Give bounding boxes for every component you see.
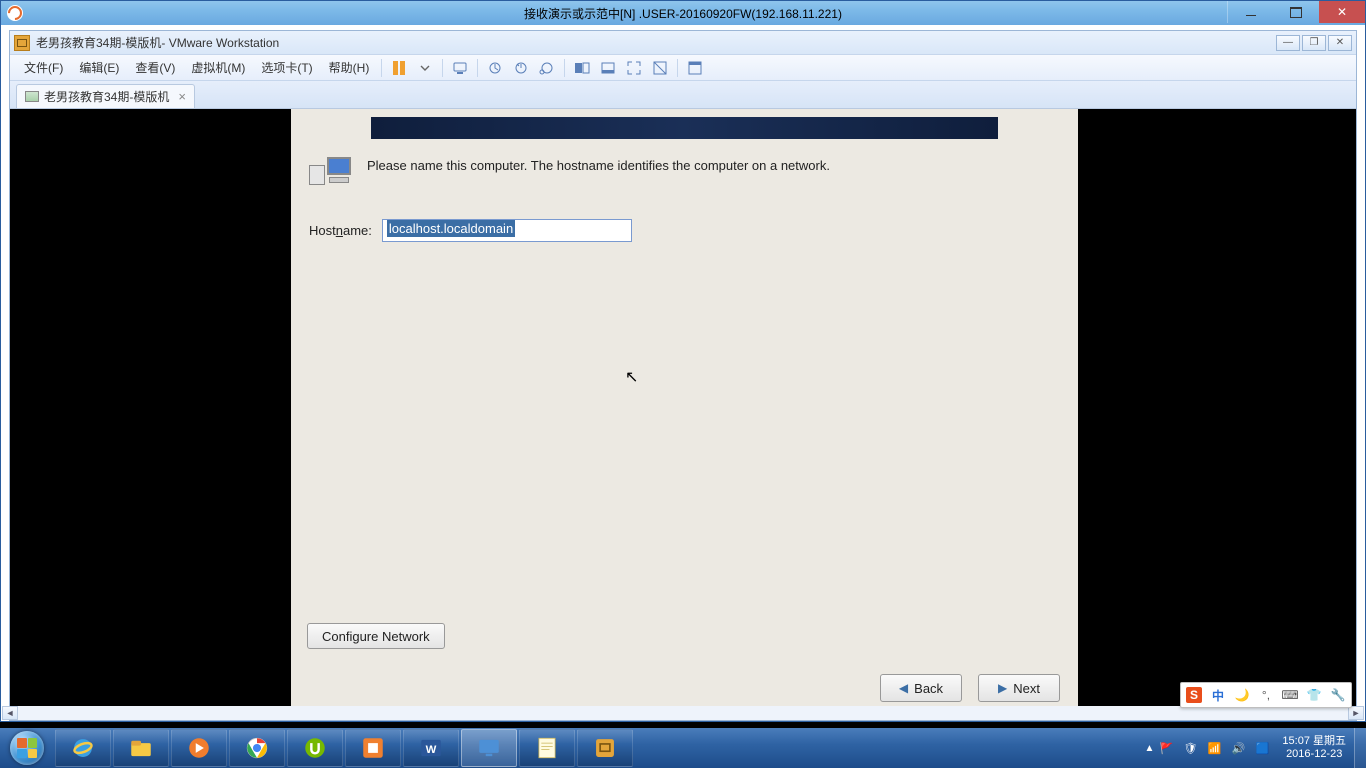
menu-edit[interactable]: 编辑(E) [71,59,127,76]
vm-console[interactable]: Please name this computer. The hostname … [10,109,1356,706]
sogou-logo-icon[interactable]: S [1183,685,1205,705]
snapshot-manager-button[interactable] [536,57,558,79]
svg-text:W: W [426,744,437,756]
view-console-button[interactable] [571,57,593,79]
pause-vm-button[interactable] [388,57,410,79]
vmware-window: 老男孩教育34期-模版机 - VMware Workstation — ❐ ✕ … [9,30,1357,721]
taskbar-word[interactable]: W [403,729,459,767]
unity-button[interactable] [649,57,671,79]
taskbar-vmware[interactable] [577,729,633,767]
power-dropdown-button[interactable] [414,57,436,79]
installer-nav: ◀Back ▶Next [880,674,1060,702]
taskbar-app-orange[interactable] [345,729,401,767]
installer-header-banner [371,117,998,139]
arrow-right-icon: ▶ [998,681,1007,695]
tray-network-icon[interactable]: 📶 [1205,739,1223,757]
ime-lang-toggle[interactable]: 中 [1207,685,1229,705]
taskbar-notes[interactable] [519,729,575,767]
taskbar-utorrent[interactable] [287,729,343,767]
taskbar-explorer[interactable] [113,729,169,767]
tray-clock[interactable]: 15:07 星期五 2016-12-23 [1282,735,1346,760]
tray-overflow-button[interactable]: ▲ [1145,743,1155,754]
vm-tab-label: 老男孩教育34期-模版机 [44,88,169,105]
next-button[interactable]: ▶Next [978,674,1060,702]
ime-skin-icon[interactable]: 👕 [1303,685,1325,705]
taskbar-remotedesktop[interactable] [461,729,517,767]
taskbar-mediaplayer[interactable] [171,729,227,767]
vm-tab-icon [25,91,39,102]
vmware-app-icon [14,35,30,51]
maximize-button[interactable] [1273,1,1319,23]
fullscreen-button[interactable] [623,57,645,79]
snapshot-button[interactable] [484,57,506,79]
remote-window-title: 接收演示或示范中[N] .USER-20160920FW(192.168.11.… [524,5,842,22]
hostname-input[interactable]: localhost.localdomain [382,219,632,242]
mouse-cursor-icon: ↖ [625,367,638,387]
tray-time: 15:07 星期五 [1282,735,1346,748]
remote-app-icon [7,5,23,21]
remote-hscrollbar[interactable]: ◄ ► [2,706,1364,720]
scroll-left-button[interactable]: ◄ [2,706,18,720]
taskbar-ie[interactable] [55,729,111,767]
minimize-button[interactable] [1227,1,1273,23]
ime-punct-toggle[interactable]: 🌙 [1231,685,1253,705]
system-tray: ▲ 🚩 🛡 📶 🔊 🟦 15:07 星期五 2016-12-23 [1145,728,1366,768]
scroll-right-button[interactable]: ► [1348,706,1364,720]
revert-snapshot-button[interactable] [510,57,532,79]
vmware-menubar: 文件(F) 编辑(E) 查看(V) 虚拟机(M) 选项卡(T) 帮助(H) [10,55,1356,81]
ime-keyboard-icon[interactable]: ⌨ [1279,685,1301,705]
vmware-close-button[interactable]: ✕ [1328,35,1352,51]
remote-window-buttons [1227,1,1365,23]
vmware-minimize-button[interactable]: — [1276,35,1300,51]
tray-volume-icon[interactable]: 🔊 [1229,739,1247,757]
vmware-maximize-button[interactable]: ❐ [1302,35,1326,51]
vmware-title-doc: 老男孩教育34期-模版机 [36,34,161,51]
send-cad-button[interactable] [449,57,471,79]
scroll-track[interactable] [18,706,1348,720]
vmware-title-app: - VMware Workstation [161,36,279,50]
library-button[interactable] [684,57,706,79]
menu-view[interactable]: 查看(V) [127,59,183,76]
menu-help[interactable]: 帮助(H) [321,59,378,76]
vmware-tabbar: 老男孩教育34期-模版机 × [10,81,1356,109]
back-button[interactable]: ◀Back [880,674,962,702]
remote-viewer-window: 接收演示或示范中[N] .USER-20160920FW(192.168.11.… [0,0,1366,722]
ime-toolbar[interactable]: S 中 🌙 °, ⌨ 👕 🔧 [1180,682,1352,708]
show-desktop-button[interactable] [1354,728,1366,768]
tray-date: 2016-12-23 [1282,748,1346,761]
installer-prompt-text: Please name this computer. The hostname … [367,157,830,175]
tray-flag-icon[interactable]: 🚩 [1157,739,1175,757]
remote-titlebar[interactable]: 接收演示或示范中[N] .USER-20160920FW(192.168.11.… [1,1,1365,25]
ime-menu-icon[interactable]: 🔧 [1327,685,1349,705]
taskbar-chrome[interactable] [229,729,285,767]
windows-logo-icon [10,731,44,765]
view-single-button[interactable] [597,57,619,79]
close-button[interactable] [1319,1,1365,23]
vmware-titlebar[interactable]: 老男孩教育34期-模版机 - VMware Workstation — ❐ ✕ [10,31,1356,55]
start-button[interactable] [0,728,54,768]
network-icon [309,157,353,197]
vm-tab-active[interactable]: 老男孩教育34期-模版机 × [16,84,195,108]
menu-vm[interactable]: 虚拟机(M) [183,59,253,76]
menu-tabs[interactable]: 选项卡(T) [253,59,320,76]
menu-file[interactable]: 文件(F) [16,59,71,76]
installer-panel: Please name this computer. The hostname … [291,109,1078,706]
hostname-value-selected: localhost.localdomain [387,220,515,237]
hostname-label: Hostname: [309,223,372,238]
ime-softkbd-icon[interactable]: °, [1255,685,1277,705]
vm-tab-close-icon[interactable]: × [178,89,186,104]
arrow-left-icon: ◀ [899,681,908,695]
taskbar: W ▲ 🚩 🛡 📶 🔊 🟦 15:07 星期五 2016-12-23 [0,728,1366,768]
tray-shield-icon[interactable]: 🛡 [1181,739,1199,757]
tray-app-icon[interactable]: 🟦 [1253,739,1271,757]
configure-network-button[interactable]: Configure Network [307,623,445,649]
